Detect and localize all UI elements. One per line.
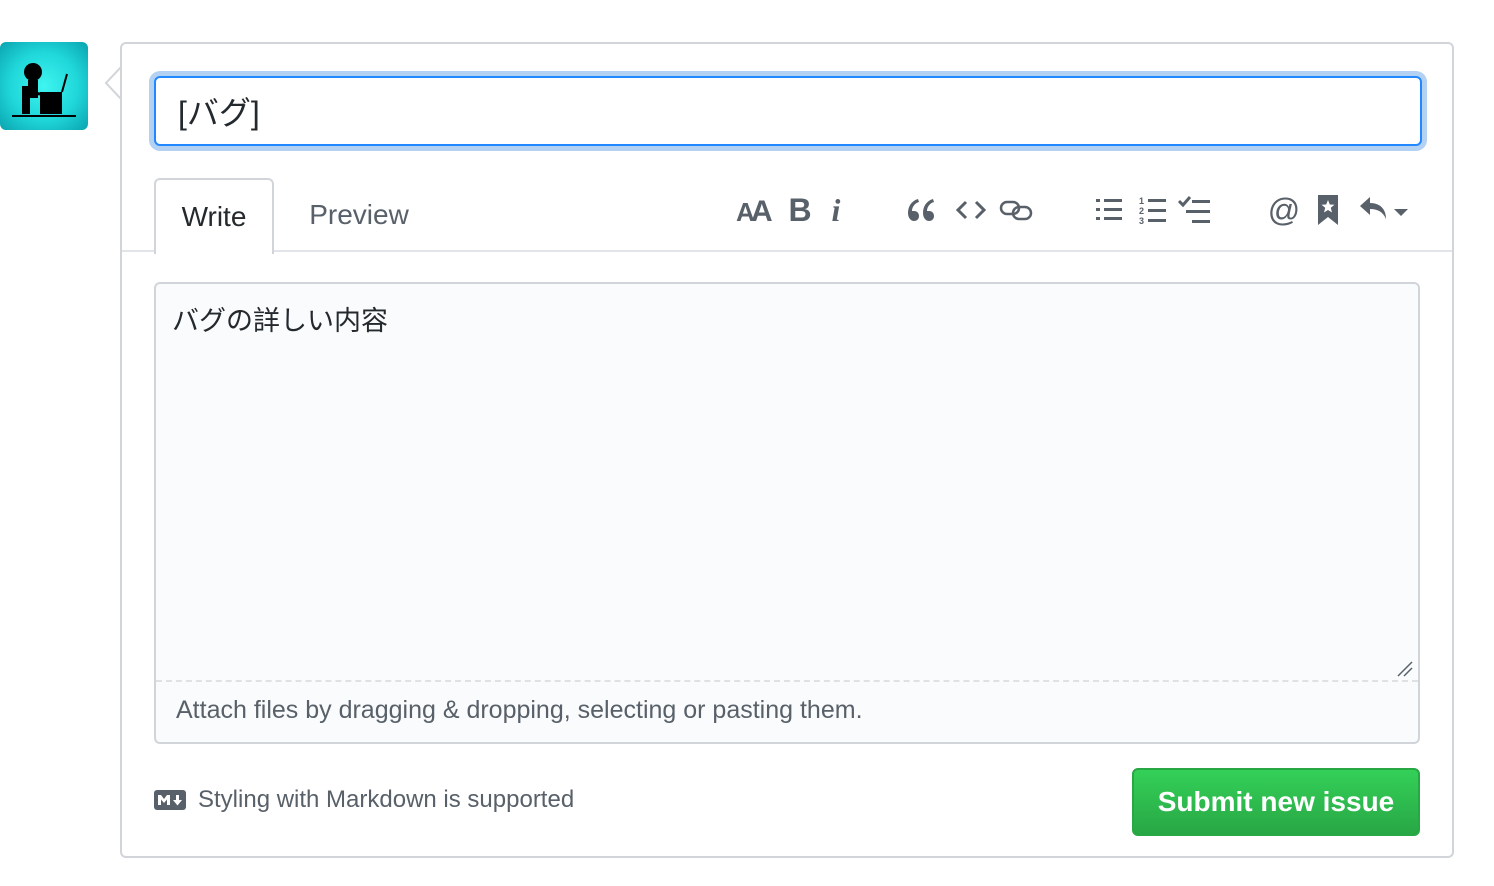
user-avatar[interactable] <box>0 42 88 130</box>
chevron-down-icon <box>1394 209 1408 216</box>
quote-icon <box>908 199 934 221</box>
italic-button[interactable]: i <box>824 190 848 230</box>
new-issue-form: Write Preview A A B i <box>120 42 1454 858</box>
resize-handle-icon[interactable] <box>1394 658 1414 678</box>
list-ordered-icon: 1 2 3 <box>1139 196 1166 225</box>
markdown-icon <box>154 790 186 810</box>
task-list-button[interactable] <box>1178 190 1212 230</box>
reference-button[interactable] <box>1316 190 1340 230</box>
ordered-list-button[interactable]: 1 2 3 <box>1138 190 1168 230</box>
comment-editor: バグの詳しい内容 Attach files by dragging & drop… <box>154 282 1420 744</box>
tasklist-icon <box>1178 196 1210 223</box>
tab-preview-label: Preview <box>309 199 409 230</box>
link-button[interactable] <box>998 190 1034 230</box>
svg-text:A: A <box>751 195 772 225</box>
tab-preview[interactable]: Preview <box>292 178 426 252</box>
issue-body-textarea[interactable]: バグの詳しい内容 <box>156 284 1418 682</box>
italic-icon: i <box>831 191 841 228</box>
quote-button[interactable] <box>904 190 938 230</box>
avatar-figure-icon <box>12 63 76 117</box>
svg-text:2: 2 <box>1139 206 1144 216</box>
markdown-hint[interactable]: Styling with Markdown is supported <box>154 786 574 814</box>
tab-write-label: Write <box>181 201 247 232</box>
svg-text:3: 3 <box>1139 216 1144 225</box>
tab-write[interactable]: Write <box>154 178 274 254</box>
code-button[interactable] <box>954 190 988 230</box>
editor-tabbar: Write Preview A A B i 1 2 3 @ <box>122 176 1452 254</box>
submit-new-issue-button[interactable]: Submit new issue <box>1132 768 1420 836</box>
attach-files-dropzone[interactable]: Attach files by dragging & dropping, sel… <box>176 696 863 725</box>
bookmark-icon <box>1318 195 1338 225</box>
reply-icon <box>1360 197 1408 219</box>
code-icon <box>956 200 986 220</box>
issue-title-input[interactable] <box>154 76 1422 146</box>
svg-text:1: 1 <box>1139 196 1144 206</box>
link-icon <box>999 200 1033 221</box>
mention-icon: @ <box>1267 191 1301 228</box>
text-size-button[interactable]: A A <box>734 190 774 230</box>
bold-button[interactable]: B <box>786 190 814 230</box>
text-size-icon: A A <box>736 195 772 225</box>
mention-button[interactable]: @ <box>1268 190 1300 230</box>
list-unordered-icon <box>1096 199 1122 220</box>
markdown-hint-label: Styling with Markdown is supported <box>198 786 575 813</box>
unordered-list-button[interactable] <box>1094 190 1124 230</box>
saved-replies-button[interactable] <box>1358 190 1412 230</box>
bold-icon: B <box>788 191 812 228</box>
